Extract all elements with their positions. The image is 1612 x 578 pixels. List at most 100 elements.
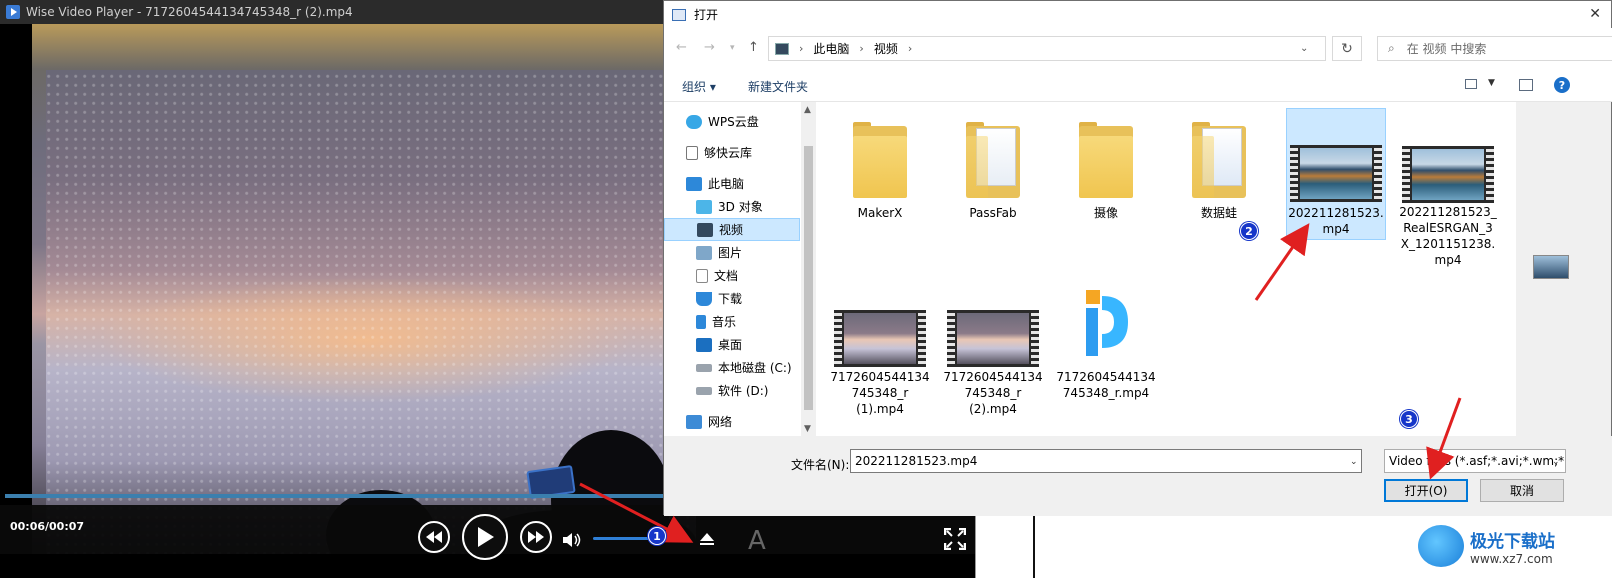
cube-icon (696, 199, 712, 214)
organize-button[interactable]: 组织 ▾ (682, 78, 716, 95)
volume-icon[interactable] (563, 532, 583, 548)
seek-bar[interactable] (5, 494, 665, 498)
nav-item-gokuai[interactable]: 够快云库 (664, 141, 800, 164)
file-item-7172-r2[interactable]: 7172604544134 745348_r (2).mp4 (943, 278, 1043, 416)
dialog-icon (672, 8, 686, 21)
watermark: 极光下载站 www.xz7.com (1418, 514, 1612, 578)
back-icon[interactable]: ← (676, 40, 687, 55)
watermark-title: 极光下载站 (1470, 531, 1555, 552)
document-icon (686, 145, 698, 160)
screen: Wise Video Player - 7172604544134745348_… (0, 0, 1612, 578)
file-name: 202211281523. mp4 (1288, 206, 1384, 236)
nav-item-drive-d[interactable]: 软件 (D:) (664, 379, 800, 402)
address-bar[interactable]: › 此电脑 › 视频 › (768, 36, 1326, 61)
eject-icon[interactable] (698, 530, 716, 548)
subtitle-icon[interactable]: A (748, 526, 766, 556)
file-type-select[interactable]: Video files (*.asf;*.avi;*.wm;*. (1384, 449, 1566, 473)
folder-icon (1079, 122, 1133, 198)
drive-icon (696, 363, 712, 372)
search-input[interactable]: ⌕ 在 视频 中搜索 (1377, 36, 1612, 61)
video-folder-icon (775, 42, 789, 55)
navigation-scrollbar[interactable]: ▲ ▼ (801, 102, 816, 436)
computer-icon (686, 176, 702, 191)
nav-item-drive-c[interactable]: 本地磁盘 (C:) (664, 356, 800, 379)
nav-item-videos[interactable]: 视频 (664, 218, 800, 241)
folder-icon (1192, 122, 1246, 198)
scroll-up-icon[interactable]: ▲ (804, 105, 811, 115)
scroll-down-icon[interactable]: ▼ (804, 424, 811, 434)
rewind-icon (426, 531, 442, 543)
nav-item-pictures[interactable]: 图片 (664, 241, 800, 264)
close-icon[interactable]: ✕ (1589, 6, 1601, 22)
file-name: 数据蛙 (1200, 206, 1237, 220)
navigation-pane: WPS云盘 够快云库 此电脑 3D 对象 视频 图片 文档 下载 音乐 桌面 本… (664, 102, 816, 436)
view-options-icon[interactable] (1465, 79, 1477, 89)
preview-pane-icon[interactable] (1519, 79, 1533, 91)
filename-row: 文件名(N): 202211281523.mp4 ⌄ Video files (… (664, 436, 1612, 516)
filename-input[interactable]: 202211281523.mp4 (850, 449, 1362, 473)
breadcrumb-videos[interactable]: 视频 (874, 40, 898, 57)
nav-item-downloads[interactable]: 下载 (664, 287, 800, 310)
file-item-makerx[interactable]: MakerX (830, 110, 930, 240)
video-file-icon (1402, 146, 1494, 203)
file-name: 202211281523_ RealESRGAN_3 X_1201151238.… (1399, 205, 1497, 267)
file-list: MakerX PassFab 摄像 数据蛙 202211281523. mp4 … (816, 102, 1516, 436)
address-row: ← → ▾ ↑ › 此电脑 › 视频 › ⌄ ↻ ⌕ 在 视频 中搜索 (664, 28, 1612, 68)
folder-icon (966, 122, 1020, 198)
nav-item-network[interactable]: 网络 (664, 410, 800, 433)
chevron-down-icon[interactable]: ▼ (1488, 78, 1495, 88)
scrollbar-thumb[interactable] (804, 146, 813, 410)
network-icon (686, 414, 702, 429)
breadcrumb-this-pc[interactable]: 此电脑 (813, 40, 849, 57)
document-icon (696, 268, 708, 283)
chevron-down-icon[interactable]: ⌄ (1350, 457, 1358, 467)
nav-item-documents[interactable]: 文档 (664, 264, 800, 287)
video-frame (32, 24, 696, 554)
music-icon (696, 314, 706, 329)
volume-slider[interactable] (593, 537, 653, 540)
refresh-button[interactable]: ↻ (1332, 36, 1362, 61)
cloud-icon (686, 114, 702, 129)
nav-item-wps-cloud[interactable]: WPS云盘 (664, 110, 800, 133)
fullscreen-icon[interactable] (944, 528, 966, 550)
time-display: 00:06/00:07 (10, 520, 85, 533)
chevron-down-icon[interactable]: ⌄ (1300, 43, 1308, 54)
search-placeholder: 在 视频 中搜索 (1406, 42, 1487, 56)
nav-item-3d-objects[interactable]: 3D 对象 (664, 195, 800, 218)
rewind-button[interactable] (418, 521, 450, 553)
file-name: 7172604544134 745348_r (2).mp4 (943, 370, 1043, 416)
file-item-camera[interactable]: 摄像 (1056, 110, 1156, 240)
annotation-marker-2: 2 (1240, 222, 1258, 240)
cancel-button[interactable]: 取消 (1480, 479, 1564, 502)
play-button[interactable] (462, 514, 508, 560)
file-item-passfab[interactable]: PassFab (943, 110, 1043, 240)
player-title: Wise Video Player - 7172604544134745348_… (26, 5, 353, 19)
file-item-202211281523-realesrgan[interactable]: 202211281523_ RealESRGAN_3 X_1201151238.… (1398, 110, 1498, 267)
video-file-icon (1290, 145, 1382, 202)
chevron-down-icon[interactable]: ⌄ (1552, 457, 1560, 467)
player-app-icon (6, 5, 20, 19)
dialog-title: 打开 (694, 8, 719, 22)
nav-item-desktop[interactable]: 桌面 (664, 333, 800, 356)
nav-item-music[interactable]: 音乐 (664, 310, 800, 333)
up-icon[interactable]: ↑ (748, 40, 759, 55)
nav-item-this-pc[interactable]: 此电脑 (664, 172, 800, 195)
chevron-right-icon: › (859, 42, 864, 55)
annotation-marker-3: 3 (1400, 410, 1418, 428)
video-file-icon (947, 310, 1039, 367)
open-button[interactable]: 打开(O) (1384, 479, 1468, 502)
forward-icon[interactable]: → (704, 40, 715, 55)
fast-forward-button[interactable] (520, 521, 552, 553)
file-name: 7172604544134 745348_r.mp4 (1056, 370, 1156, 400)
filename-label: 文件名(N): (791, 458, 850, 472)
dialog-toolbar: 组织 ▾ 新建文件夹 ▼ ? (664, 68, 1612, 102)
help-icon[interactable]: ? (1554, 77, 1570, 93)
file-item-shujuwa[interactable]: 数据蛙 (1169, 110, 1269, 240)
recent-locations-icon[interactable]: ▾ (730, 43, 735, 53)
file-item-7172-r[interactable]: 7172604544134 745348_r.mp4 (1056, 278, 1156, 408)
watermark-logo-icon (1418, 525, 1464, 567)
new-folder-button[interactable]: 新建文件夹 (748, 78, 808, 95)
file-item-202211281523[interactable]: 202211281523. mp4 (1286, 108, 1386, 240)
file-item-7172-r1[interactable]: 7172604544134 745348_r (1).mp4 (830, 278, 930, 416)
watermark-url: www.xz7.com (1470, 551, 1553, 566)
